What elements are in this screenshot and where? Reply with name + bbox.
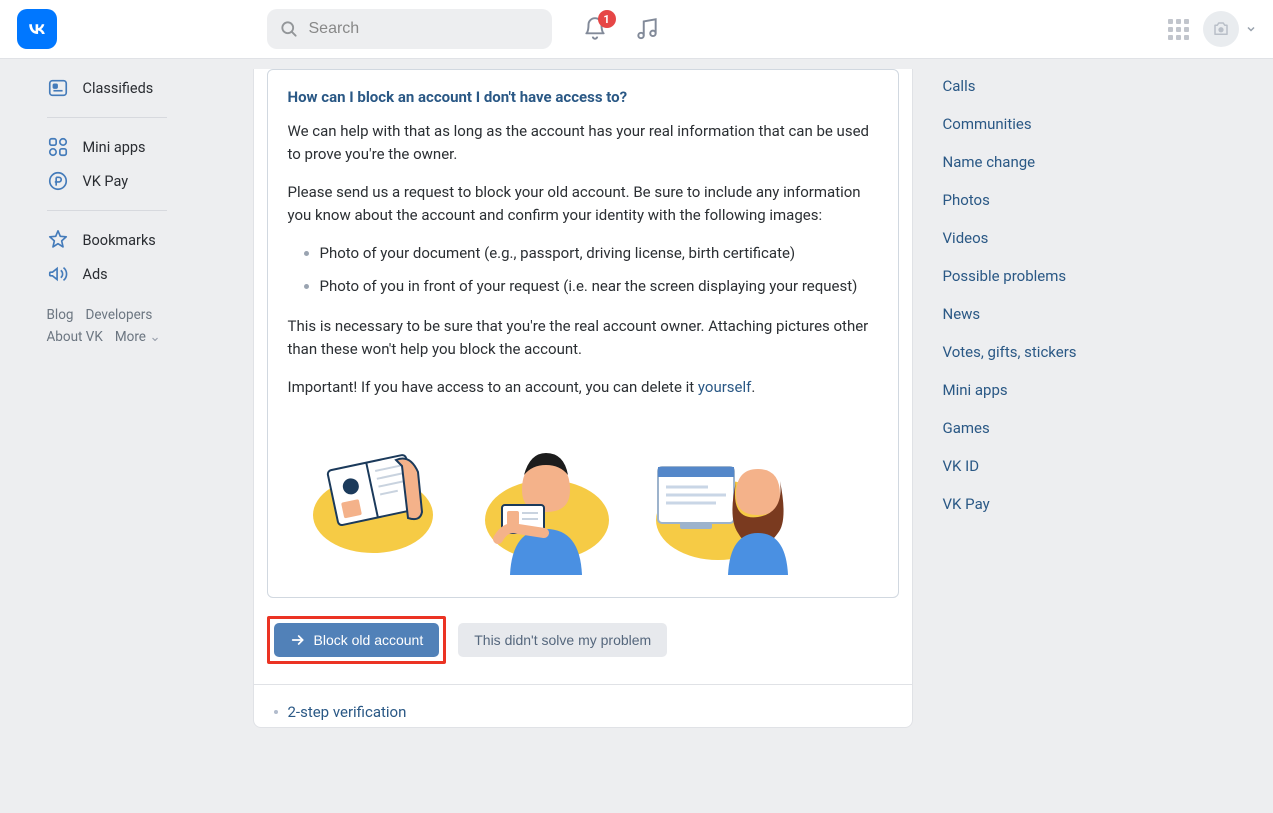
sidebar-item-vk-pay[interactable]: VK Pay (47, 164, 209, 198)
ads-icon (47, 263, 69, 285)
illustration-selfie-screen (636, 415, 798, 577)
sidebar-item-mini-apps[interactable]: Mini apps (47, 130, 209, 164)
faq-list-item: Photo of you in front of your request (i… (320, 275, 878, 298)
search-box[interactable] (267, 9, 552, 49)
notifications-icon[interactable]: 1 (582, 16, 608, 42)
faq-paragraph: Important! If you have access to an acco… (288, 376, 878, 399)
faq-paragraph: We can help with that as long as the acc… (288, 120, 878, 165)
faq-list-item: Photo of your document (e.g., passport, … (320, 242, 878, 265)
didnt-solve-button[interactable]: This didn't solve my problem (458, 623, 667, 657)
profile-menu[interactable] (1203, 11, 1257, 47)
footer-blog[interactable]: Blog (47, 307, 74, 323)
services-icon[interactable] (1168, 19, 1189, 40)
footer-developers[interactable]: Developers (85, 307, 152, 323)
mini-apps-icon (47, 136, 69, 158)
avatar (1203, 11, 1239, 47)
sidebar-item-classifieds[interactable]: Classifieds (47, 71, 209, 105)
illustration-document (288, 415, 450, 577)
help-topic-link[interactable]: Mini apps (943, 371, 1223, 409)
bookmarks-icon (47, 229, 69, 251)
vk-logo[interactable] (17, 9, 57, 49)
help-topic-link[interactable]: Photos (943, 181, 1223, 219)
block-old-account-button[interactable]: Block old account (274, 623, 440, 657)
notification-badge: 1 (598, 10, 616, 28)
music-icon[interactable] (634, 16, 660, 42)
footer-about[interactable]: About VK (47, 329, 103, 345)
faq-paragraph: Please send us a request to block your o… (288, 181, 878, 226)
footer-more[interactable]: More ⌄ (115, 329, 161, 345)
help-topic-link[interactable]: Calls (943, 67, 1223, 105)
help-topic-link[interactable]: Possible problems (943, 257, 1223, 295)
highlight-box: Block old account (267, 616, 447, 664)
sidebar-item-label: Bookmarks (83, 232, 156, 249)
chevron-down-icon: ⌄ (149, 329, 160, 345)
chevron-down-icon (1245, 23, 1257, 35)
arrow-right-icon (290, 632, 306, 648)
illustration-selfie-id (462, 415, 624, 577)
sidebar-item-label: Ads (83, 266, 108, 283)
help-topic-link[interactable]: VK ID (943, 447, 1223, 485)
yourself-link[interactable]: yourself (698, 378, 751, 396)
sidebar-item-label: VK Pay (83, 173, 129, 190)
search-icon (279, 19, 299, 39)
vk-pay-icon (47, 170, 69, 192)
help-topic-link[interactable]: Votes, gifts, stickers (943, 333, 1223, 371)
help-topic-link[interactable]: News (943, 295, 1223, 333)
help-topic-link[interactable]: Communities (943, 105, 1223, 143)
sidebar-item-label: Classifieds (83, 80, 154, 97)
two-step-verification-link[interactable]: 2-step verification (274, 697, 892, 727)
classifieds-icon (47, 77, 69, 99)
help-topic-link[interactable]: VK Pay (943, 485, 1223, 523)
help-topics: CallsCommunitiesName changePhotosVideosP… (943, 59, 1223, 728)
sidebar-item-ads[interactable]: Ads (47, 257, 209, 291)
sidebar-item-bookmarks[interactable]: Bookmarks (47, 223, 209, 257)
help-topic-link[interactable]: Videos (943, 219, 1223, 257)
sidebar-item-label: Mini apps (83, 139, 146, 156)
search-input[interactable] (309, 20, 540, 38)
help-topic-link[interactable]: Name change (943, 143, 1223, 181)
help-topic-link[interactable]: Games (943, 409, 1223, 447)
faq-paragraph: This is necessary to be sure that you're… (288, 315, 878, 360)
faq-title: How can I block an account I don't have … (288, 88, 878, 106)
